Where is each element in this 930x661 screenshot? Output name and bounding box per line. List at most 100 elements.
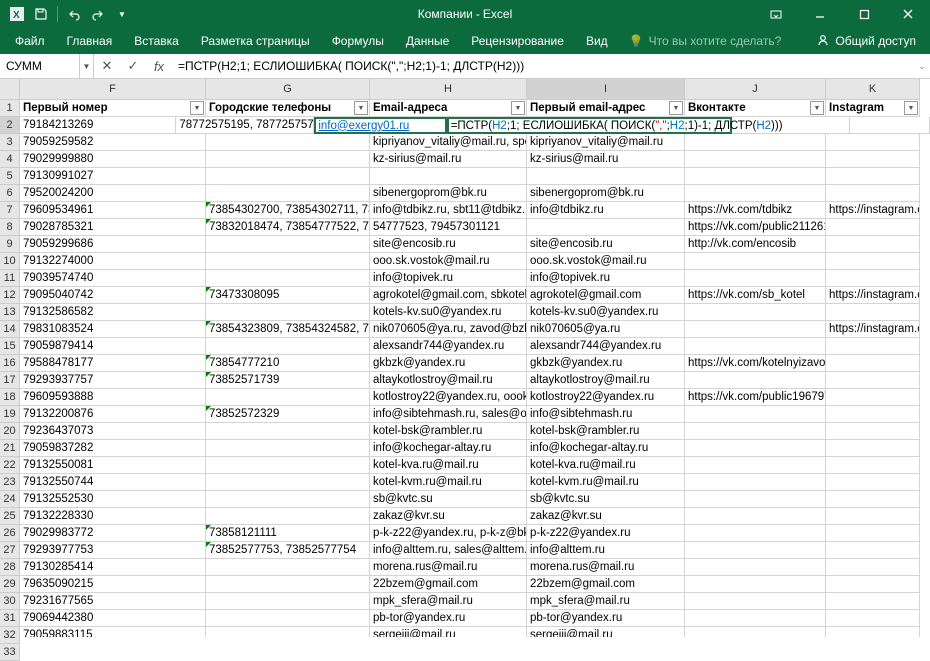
row-header[interactable]: 25	[0, 508, 20, 525]
cell[interactable]: 79293937757	[20, 372, 206, 389]
cell[interactable]: pb-tor@yandex.ru	[370, 610, 527, 627]
row-header[interactable]: 30	[0, 593, 20, 610]
cell[interactable]: kotel-kvm.ru@mail.ru	[527, 474, 685, 491]
cell[interactable]: pb-tor@yandex.ru	[527, 610, 685, 627]
cell[interactable]	[206, 236, 370, 253]
cell[interactable]: https://vk.com/public196797260	[685, 389, 826, 406]
cell[interactable]: 79132586582	[20, 304, 206, 321]
cell[interactable]: 73858121111	[206, 525, 370, 542]
row-header[interactable]: 18	[0, 389, 20, 406]
cell[interactable]: p-k-z22@yandex.ru	[527, 525, 685, 542]
cell[interactable]: 79132550744	[20, 474, 206, 491]
cell[interactable]	[826, 134, 920, 151]
cell[interactable]: gkbzk@yandex.ru	[527, 355, 685, 372]
row-header[interactable]: 28	[0, 559, 20, 576]
enter-formula-icon[interactable]: ✓	[120, 54, 146, 79]
cell[interactable]: 79132550081	[20, 457, 206, 474]
column-header[interactable]: K	[826, 79, 920, 100]
save-icon[interactable]	[30, 3, 52, 25]
cell[interactable]	[685, 508, 826, 525]
tab-home[interactable]: Главная	[56, 28, 124, 54]
cell[interactable]: agrokotel@gmail.com	[527, 287, 685, 304]
cell[interactable]	[206, 593, 370, 610]
cell[interactable]: 73473308095	[206, 287, 370, 304]
cell[interactable]: 73852571739	[206, 372, 370, 389]
name-box[interactable]: СУММ	[0, 54, 80, 78]
cell[interactable]: altaykotlostroy@mail.ru	[527, 372, 685, 389]
cell[interactable]: 79059299686	[20, 236, 206, 253]
cell[interactable]	[685, 491, 826, 508]
cell[interactable]: alexsandr744@yandex.ru	[527, 338, 685, 355]
cell[interactable]: info@topivek.ru	[370, 270, 527, 287]
column-header[interactable]: G	[206, 79, 370, 100]
cell[interactable]	[206, 474, 370, 491]
tab-insert[interactable]: Вставка	[123, 28, 190, 54]
cell[interactable]	[685, 627, 826, 637]
undo-icon[interactable]	[63, 3, 85, 25]
row-header[interactable]: 5	[0, 168, 20, 185]
cell[interactable]	[826, 406, 920, 423]
cell[interactable]: 79059883115	[20, 627, 206, 637]
cell[interactable]: https://instagram.co	[826, 202, 920, 219]
cell[interactable]	[206, 151, 370, 168]
cell[interactable]	[206, 185, 370, 202]
cell[interactable]	[826, 440, 920, 457]
cell[interactable]	[685, 542, 826, 559]
cell[interactable]	[206, 610, 370, 627]
cell[interactable]	[685, 321, 826, 338]
cell[interactable]: 79132228330	[20, 508, 206, 525]
cell[interactable]: 78772575195, 78772575759	[176, 117, 314, 134]
row-header[interactable]: 9	[0, 236, 20, 253]
row-header[interactable]: 15	[0, 338, 20, 355]
table-header-cell[interactable]: Первый email-адрес▼	[527, 100, 685, 117]
cell[interactable]: http://vk.com/encosib	[685, 236, 826, 253]
cell[interactable]	[206, 559, 370, 576]
cell[interactable]: 79635090215	[20, 576, 206, 593]
row-header[interactable]: 14	[0, 321, 20, 338]
row-header[interactable]: 26	[0, 525, 20, 542]
cell[interactable]: sibenergoprom@bk.ru	[370, 185, 527, 202]
cell[interactable]: sb@kvtc.su	[370, 491, 527, 508]
cell[interactable]	[685, 457, 826, 474]
cell[interactable]	[826, 185, 920, 202]
cell[interactable]	[685, 423, 826, 440]
cell[interactable]: morena.rus@mail.ru	[370, 559, 527, 576]
cell[interactable]	[850, 117, 930, 134]
cell[interactable]: kz-sirius@mail.ru	[527, 151, 685, 168]
cell[interactable]: zakaz@kvr.su	[370, 508, 527, 525]
row-header[interactable]: 7	[0, 202, 20, 219]
cell[interactable]	[826, 355, 920, 372]
cell[interactable]: 79059837282	[20, 440, 206, 457]
row-header[interactable]: 32	[0, 627, 20, 644]
cell[interactable]: info@exergy01.ru	[314, 117, 446, 134]
cell[interactable]	[685, 474, 826, 491]
cell[interactable]: kotels-kv.su0@yandex.ru	[527, 304, 685, 321]
filter-dropdown-icon[interactable]: ▼	[669, 101, 683, 115]
cell[interactable]: mpk_sfera@mail.ru	[527, 593, 685, 610]
cell[interactable]: https://vk.com/tdbikz	[685, 202, 826, 219]
column-header[interactable]: I	[527, 79, 685, 100]
cell[interactable]	[685, 576, 826, 593]
cell[interactable]	[206, 491, 370, 508]
filter-dropdown-icon[interactable]: ▼	[810, 101, 824, 115]
cell[interactable]: 79069442380	[20, 610, 206, 627]
cell[interactable]	[826, 610, 920, 627]
tab-review[interactable]: Рецензирование	[460, 28, 575, 54]
cell[interactable]: 79095040742	[20, 287, 206, 304]
cell[interactable]: 73832018474, 73854777522, 7385	[206, 219, 370, 236]
namebox-dropdown-icon[interactable]: ▼	[80, 54, 94, 78]
tab-data[interactable]: Данные	[395, 28, 460, 54]
fx-icon[interactable]: fx	[146, 54, 172, 79]
cell[interactable]: morena.rus@mail.ru	[527, 559, 685, 576]
cell[interactable]: kotel-bsk@rambler.ru	[527, 423, 685, 440]
cell[interactable]: 22bzem@gmail.com	[370, 576, 527, 593]
redo-icon[interactable]	[87, 3, 109, 25]
cell[interactable]	[685, 372, 826, 389]
cell[interactable]	[826, 219, 920, 236]
cell[interactable]: altaykotlostroy@mail.ru	[370, 372, 527, 389]
cell[interactable]: 79130285414	[20, 559, 206, 576]
cell[interactable]	[685, 151, 826, 168]
cell[interactable]: 79029999880	[20, 151, 206, 168]
table-header-cell[interactable]: Городские телефоны▼	[206, 100, 370, 117]
row-header[interactable]: 12	[0, 287, 20, 304]
